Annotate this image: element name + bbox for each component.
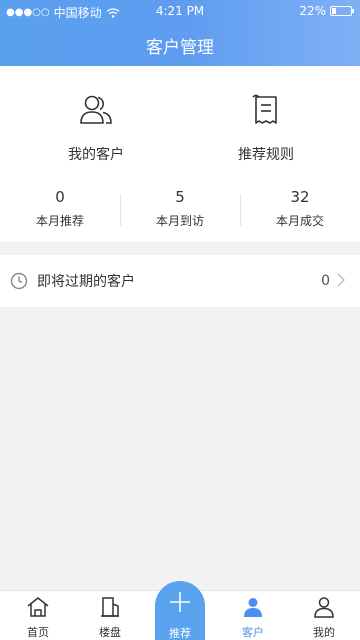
recommend-rules-button[interactable]: 推荐规则 [196, 92, 336, 164]
recommend-label: 推荐 [169, 627, 191, 640]
header: ●●●○○ 中国移动 4:21 PM 22% 客户管理 [0, 0, 360, 66]
receipt-icon [252, 94, 277, 124]
expiring-count: 0 [321, 273, 330, 289]
my-customers-label: 我的客户 [68, 147, 124, 163]
recommend-button[interactable]: 推荐 [155, 581, 205, 640]
stat-value: 5 [175, 188, 185, 206]
plus-icon [170, 592, 190, 612]
summary-card: 我的客户 推荐规则 0 本月推荐 5 本月到访 32 本月成交 [0, 66, 360, 242]
stat-visited[interactable]: 5 本月到访 [120, 184, 240, 236]
recommend-rules-label: 推荐规则 [238, 147, 294, 163]
stat-deals[interactable]: 32 本月成交 [240, 184, 360, 236]
tab-mine-label: 我的 [313, 626, 335, 639]
monthly-stats: 0 本月推荐 5 本月到访 32 本月成交 [0, 184, 360, 236]
status-bar: ●●●○○ 中国移动 4:21 PM 22% [0, 0, 360, 22]
battery-percent: 22% [299, 4, 326, 18]
chevron-right-icon [337, 273, 345, 287]
tab-buildings[interactable]: 楼盘 [80, 595, 140, 640]
building-icon [101, 597, 119, 617]
user-filled-icon [244, 598, 262, 617]
expiring-label: 即将过期的客户 [37, 274, 135, 290]
home-icon [27, 597, 49, 617]
expiring-customers-row[interactable]: 即将过期的客户 0 [0, 255, 360, 307]
clock-icon [10, 272, 28, 290]
stat-label: 本月到访 [155, 214, 204, 228]
stat-value: 32 [290, 188, 310, 206]
tab-customers[interactable]: 客户 [223, 595, 283, 640]
tab-customers-label: 客户 [242, 626, 264, 639]
battery-icon [330, 6, 354, 16]
users-icon [80, 95, 112, 124]
stat-recommended[interactable]: 0 本月推荐 [0, 184, 120, 236]
tab-mine[interactable]: 我的 [294, 595, 354, 640]
stat-value: 0 [55, 188, 65, 206]
tab-buildings-label: 楼盘 [99, 626, 121, 639]
tab-home[interactable]: 首页 [8, 595, 68, 640]
stat-label: 本月推荐 [35, 214, 84, 228]
tab-home-label: 首页 [27, 626, 49, 639]
my-customers-button[interactable]: 我的客户 [26, 92, 166, 164]
stat-label: 本月成交 [275, 214, 324, 228]
page-title: 客户管理 [146, 38, 214, 58]
user-icon [314, 597, 334, 618]
